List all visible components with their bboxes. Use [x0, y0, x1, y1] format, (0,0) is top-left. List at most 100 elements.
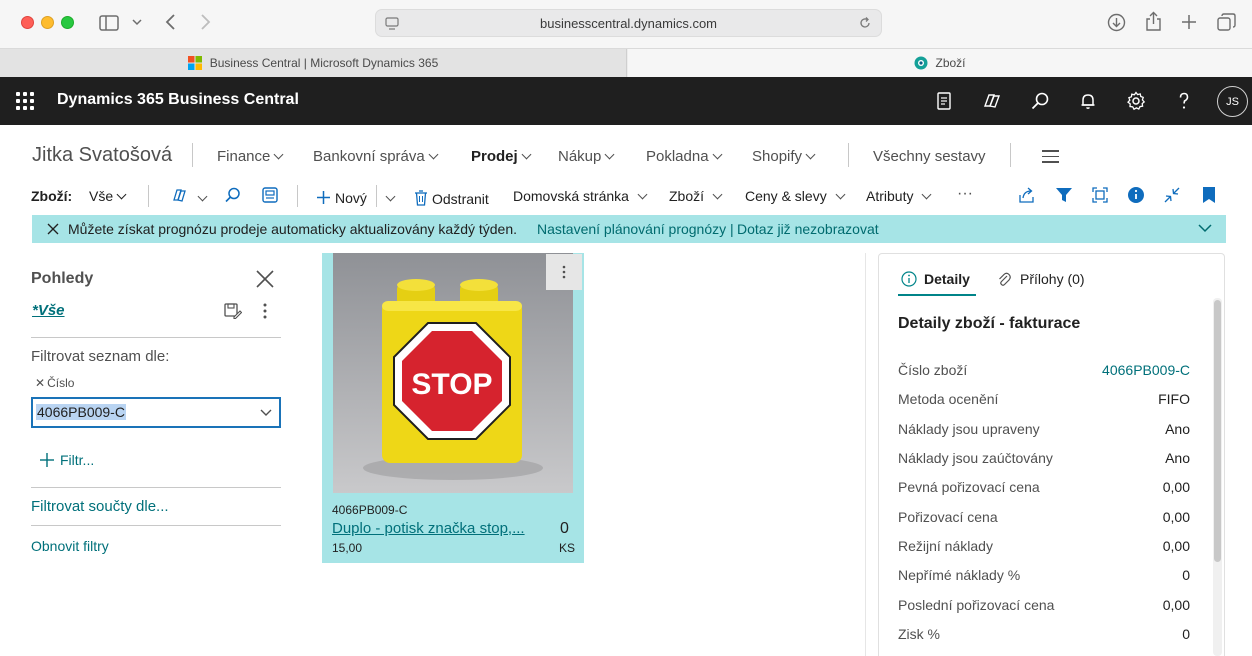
chevron-down-icon[interactable] — [132, 18, 142, 26]
chevron-down-icon[interactable] — [385, 191, 396, 202]
address-bar[interactable]: businesscentral.dynamics.com — [375, 9, 882, 37]
zoom-window-button[interactable] — [61, 16, 74, 29]
tab-attachments-label: Přílohy (0) — [1020, 271, 1085, 287]
nav-sales[interactable]: Prodej — [471, 148, 532, 165]
detail-value: 0,00 — [1162, 538, 1190, 554]
role-center-title: Jitka Svatošová — [32, 144, 173, 166]
attributes-menu[interactable]: Atributy — [866, 188, 932, 204]
filter-value-input[interactable]: 4066PB009-C — [31, 397, 281, 428]
item-number-link[interactable]: 4066PB009-C — [1102, 362, 1190, 378]
notification-bell-icon[interactable] — [1076, 89, 1100, 113]
close-window-button[interactable] — [21, 16, 34, 29]
nav-label: Prodej — [471, 148, 518, 165]
filter-totals-link[interactable]: Filtrovat součty dle... — [31, 498, 169, 515]
nav-finance[interactable]: Finance — [217, 148, 284, 165]
close-icon[interactable] — [47, 223, 59, 235]
tab-label: Business Central | Microsoft Dynamics 36… — [209, 56, 439, 70]
filter-icon[interactable] — [1055, 186, 1073, 204]
filter-field-label: ✕ Číslo — [35, 376, 74, 390]
edit-list-icon[interactable] — [261, 186, 279, 204]
item-name-link[interactable]: Duplo - potisk značka stop,... — [332, 520, 542, 537]
detail-value: Ano — [1165, 421, 1190, 437]
view-label: Vše — [89, 188, 114, 204]
back-icon[interactable] — [164, 13, 176, 31]
view-selector[interactable]: Vše — [89, 188, 127, 204]
info-icon[interactable] — [1127, 186, 1145, 204]
nav-cash[interactable]: Pokladna — [646, 148, 723, 165]
plus-icon — [317, 191, 330, 204]
item-unit: KS — [559, 541, 576, 555]
browser-tab-strip: Business Central | Microsoft Dynamics 36… — [0, 48, 1252, 77]
hamburger-menu-icon[interactable] — [1042, 150, 1059, 167]
reload-icon[interactable] — [858, 16, 872, 30]
share-icon[interactable] — [1018, 186, 1036, 204]
info-icon — [901, 271, 917, 287]
forecast-setup-link[interactable]: Nastavení plánování prognózy | — [537, 221, 734, 237]
new-button[interactable]: Nový — [316, 188, 367, 206]
minimize-window-button[interactable] — [41, 16, 54, 29]
page-caption: Zboží: — [31, 188, 73, 204]
new-tab-icon[interactable] — [1181, 14, 1197, 30]
more-vertical-icon[interactable] — [262, 302, 268, 320]
trash-icon — [415, 190, 427, 206]
filter-pane-title: Pohledy — [31, 270, 94, 287]
dont-show-again-link[interactable]: Dotaz již nezobrazovat — [737, 221, 879, 237]
share-icon[interactable] — [1145, 11, 1162, 32]
copilot-icon[interactable] — [980, 89, 1004, 113]
report-icon[interactable] — [932, 89, 956, 113]
add-filter-button[interactable]: Filtr... — [39, 449, 94, 468]
detail-value: 0,00 — [1162, 479, 1190, 495]
item-photo: STOP — [333, 253, 573, 493]
delete-button[interactable]: Odstranit — [414, 188, 489, 207]
tab-details[interactable]: Detaily — [901, 268, 970, 287]
sidebar-toggle-icon[interactable] — [99, 14, 119, 32]
item-image[interactable]: STOP — [333, 253, 573, 493]
detail-label: Nepřímé náklady % — [898, 567, 1021, 583]
remove-filter-icon[interactable]: ✕ — [35, 376, 45, 390]
pane-splitter[interactable] — [865, 253, 866, 656]
nav-all-reports[interactable]: Všechny sestavy — [873, 148, 986, 165]
browser-toolbar: businesscentral.dynamics.com — [0, 0, 1252, 48]
detail-label: Zisk % — [898, 626, 940, 642]
prices-menu[interactable]: Ceny & slevy — [745, 188, 846, 204]
factbox-title: Detaily zboží - fakturace — [898, 315, 1081, 332]
search-icon[interactable] — [224, 186, 242, 204]
more-options-button[interactable]: ··· — [957, 185, 973, 203]
tab-overview-icon[interactable] — [1217, 13, 1236, 32]
copilot-icon[interactable] — [172, 186, 190, 204]
tab-attachments[interactable]: Přílohy (0) — [997, 268, 1085, 287]
help-icon[interactable] — [1172, 89, 1196, 113]
chevron-down-icon[interactable] — [260, 409, 272, 417]
app-launcher-icon[interactable] — [16, 92, 34, 110]
reset-filters-link[interactable]: Obnovit filtry — [31, 538, 109, 554]
save-view-icon[interactable] — [224, 303, 242, 319]
item-quantity: 0 — [560, 520, 569, 537]
nav-shopify[interactable]: Shopify — [752, 148, 816, 165]
nav-purchasing[interactable]: Nákup — [558, 148, 615, 165]
browser-tab-items[interactable]: Zboží — [628, 49, 1252, 77]
microsoft-logo-icon — [187, 56, 202, 70]
bookmark-icon[interactable] — [1200, 186, 1218, 204]
close-icon[interactable] — [256, 270, 274, 288]
collapse-icon[interactable] — [1163, 186, 1181, 204]
user-avatar[interactable]: JS — [1217, 86, 1248, 117]
gear-icon[interactable] — [1124, 89, 1148, 113]
view-all-link[interactable]: *Vše — [32, 302, 65, 319]
focus-mode-icon[interactable] — [1091, 186, 1109, 204]
download-icon[interactable] — [1107, 13, 1126, 32]
search-icon[interactable] — [1028, 89, 1052, 113]
chevron-down-icon[interactable] — [197, 191, 208, 202]
browser-tab-business-central[interactable]: Business Central | Microsoft Dynamics 36… — [0, 49, 627, 77]
forward-icon[interactable] — [200, 13, 212, 31]
home-menu[interactable]: Domovská stránka — [513, 188, 648, 204]
divider — [31, 337, 281, 338]
action-divider — [148, 185, 149, 207]
scrollbar-thumb[interactable] — [1214, 300, 1221, 562]
card-more-button[interactable] — [546, 254, 582, 290]
nav-banking[interactable]: Bankovní správa — [313, 148, 439, 165]
chevron-down-icon[interactable] — [1198, 224, 1212, 233]
nav-label: Nákup — [558, 148, 602, 165]
item-menu[interactable]: Zboží — [669, 188, 723, 204]
app-title: Dynamics 365 Business Central — [57, 91, 299, 108]
paperclip-icon — [999, 272, 1011, 286]
